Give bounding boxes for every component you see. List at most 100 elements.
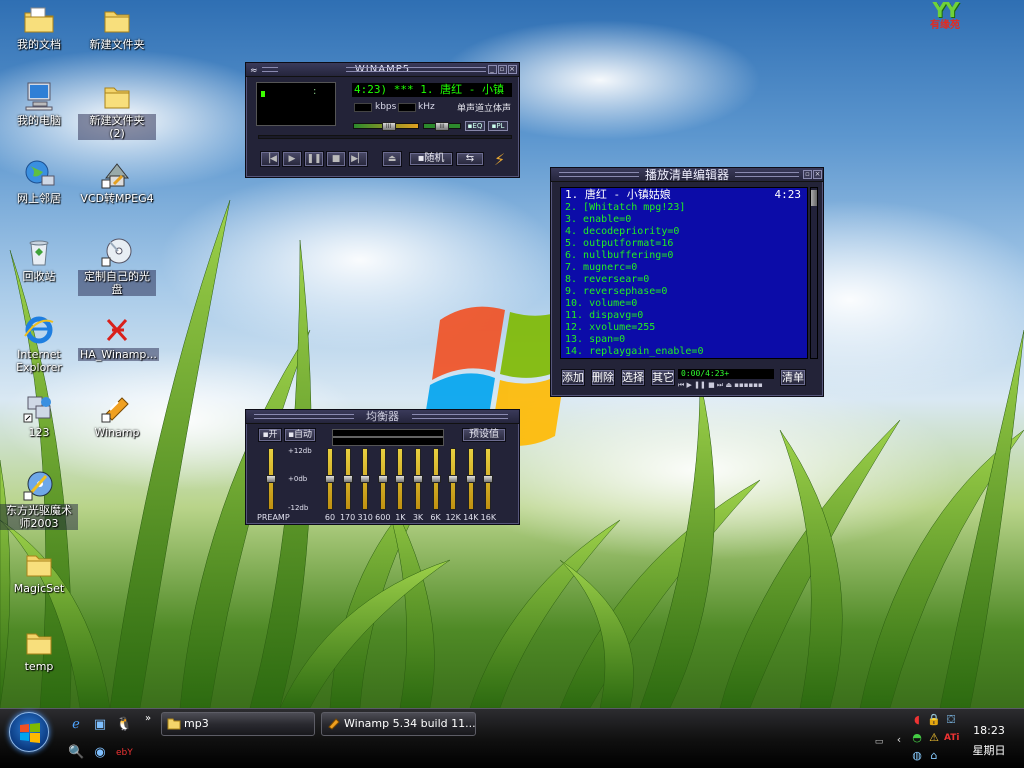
eq-band-slider-6[interactable] xyxy=(430,448,441,518)
playlist-add-button[interactable]: 添加 xyxy=(561,369,585,386)
eq-band-knob[interactable] xyxy=(430,475,441,483)
eq-band-knob[interactable] xyxy=(483,475,494,483)
playlist-row[interactable]: 8. reversear=0 xyxy=(561,274,807,286)
ebay-icon[interactable]: ebY xyxy=(116,745,133,761)
desktop-icon-vcd-mpeg4[interactable]: VCD转MPEG4 xyxy=(78,158,156,205)
equalizer-titlebar[interactable]: 均衡器 xyxy=(246,410,519,424)
eq-band-slider-5[interactable] xyxy=(413,448,423,518)
desktop-icon-cd-magician[interactable]: 东方光驱魔术师2003 xyxy=(0,470,78,530)
quick-launch-expand-icon[interactable]: » xyxy=(140,711,156,727)
volume-icon[interactable]: ◖ xyxy=(910,713,924,727)
taskbar-button-winamp[interactable]: Winamp 5.34 build 11... xyxy=(321,712,476,736)
eq-on-button[interactable]: ▪开 xyxy=(258,428,282,442)
tray-collapse-icon[interactable]: ‹ xyxy=(892,733,906,747)
eq-presets-button[interactable]: 预设值 xyxy=(462,428,506,442)
eq-band-slider-7[interactable] xyxy=(448,448,459,518)
seek-bar[interactable] xyxy=(258,135,512,139)
playlist-misc-button[interactable]: 其它 xyxy=(651,369,675,386)
lock-icon[interactable]: 🔒 xyxy=(927,713,941,727)
playlist-tracklist[interactable]: 1. 唐红 - 小镇姑娘 4:23 2. [Whitatch mpg!23] 3… xyxy=(560,187,808,359)
shield-icon[interactable]: ◓ xyxy=(910,731,924,745)
eq-band-slider-8[interactable] xyxy=(465,448,476,518)
playlist-row[interactable]: 11. dispavg=0 xyxy=(561,310,807,322)
winamp-menu-icon[interactable]: ≈ xyxy=(250,64,259,78)
desktop-icon-internet-explorer[interactable]: Internet Explorer xyxy=(0,314,78,374)
eq-toggle-button[interactable]: ▪EQ xyxy=(465,121,485,131)
playlist-current-track[interactable]: 1. 唐红 - 小镇姑娘 4:23 xyxy=(561,188,807,202)
desktop-icon-my-computer[interactable]: 我的电脑 xyxy=(0,80,78,127)
playlist-mini-transport[interactable]: ⏮ ▶ ❚❚ ■ ⏭ ⏏ ▪▪▪▪▪▪ xyxy=(678,381,774,389)
eject-icon[interactable]: ⏏ xyxy=(382,151,402,167)
search-icon[interactable]: 🔍 xyxy=(68,745,84,761)
playlist-titlebar[interactable]: 播放清单编辑器 ▫ × xyxy=(551,168,823,182)
desktop-icon-new-folder-2[interactable]: 新建文件夹 (2) xyxy=(78,80,156,140)
visualization-display[interactable]: : xyxy=(256,82,336,126)
play-icon[interactable]: ▶ xyxy=(282,151,302,167)
next-icon[interactable]: ▶▏ xyxy=(348,151,368,167)
eq-band-knob[interactable] xyxy=(465,475,476,483)
desktop-icon-custom-cd[interactable]: 定制自己的光盘 xyxy=(78,236,156,296)
eq-band-knob[interactable] xyxy=(342,475,353,483)
volume-slider[interactable]: III xyxy=(353,122,419,131)
eq-band-slider-1[interactable] xyxy=(342,448,353,518)
desktop-icon-winamp[interactable]: Winamp xyxy=(78,392,156,439)
playlist-row[interactable]: 3. enable=0 xyxy=(561,214,807,226)
show-desktop-icon[interactable]: ▣ xyxy=(92,717,108,733)
eq-band-knob[interactable] xyxy=(448,475,459,483)
playlist-row[interactable]: 14. replaygain_enable=0 xyxy=(561,346,807,358)
desktop-icon-magicset[interactable]: MagicSet xyxy=(0,548,78,595)
eq-band-slider-2[interactable] xyxy=(360,448,371,518)
song-title-display[interactable]: 4:23) *** 1. 唐红 - 小镇 xyxy=(352,83,512,97)
minimize-icon[interactable]: _ xyxy=(488,65,497,74)
playlist-scrollbar[interactable] xyxy=(810,187,818,359)
playlist-row[interactable]: 2. [Whitatch mpg!23] xyxy=(561,202,807,214)
media-player-icon[interactable]: ◉ xyxy=(92,745,108,761)
playlist-row[interactable]: 9. reversephase=0 xyxy=(561,286,807,298)
desktop-icon-123[interactable]: 123 xyxy=(0,392,78,439)
playlist-row[interactable]: 13. span=0 xyxy=(561,334,807,346)
equalizer-window[interactable]: 均衡器 ▪开 ▪自动 预设值 +12db +0db -12db PREAMP 6… xyxy=(245,409,520,525)
desktop-icon-ha-winamp[interactable]: HA_Winamp... xyxy=(78,314,159,361)
qq-icon[interactable]: 🐧 xyxy=(116,717,132,733)
prev-icon[interactable]: ▕◀ xyxy=(260,151,280,167)
pause-icon[interactable]: ❚❚ xyxy=(304,151,324,167)
shuffle-button[interactable]: ▪随机 xyxy=(409,152,453,166)
scrollbar-thumb[interactable] xyxy=(811,190,817,206)
desktop-icon-recycle-bin[interactable]: 回收站 xyxy=(0,236,78,283)
playlist-editor-window[interactable]: 播放清单编辑器 ▫ × 1. 唐红 - 小镇姑娘 4:23 2. [Whitat… xyxy=(550,167,824,397)
eq-band-knob[interactable] xyxy=(360,475,371,483)
eq-band-knob[interactable] xyxy=(325,475,335,483)
connection-icon[interactable]: ⌂ xyxy=(927,749,941,763)
playlist-row[interactable]: 12. xvolume=255 xyxy=(561,322,807,334)
keyboard-icon[interactable]: ▭ xyxy=(872,735,886,749)
taskbar-button-mp3[interactable]: mp3 xyxy=(161,712,315,736)
balance-knob[interactable]: III xyxy=(435,122,449,131)
eq-band-slider-0[interactable] xyxy=(325,448,335,518)
playlist-remove-button[interactable]: 删除 xyxy=(591,369,615,386)
repeat-icon[interactable]: ⇆ xyxy=(456,152,484,166)
stop-icon[interactable]: ■ xyxy=(326,151,346,167)
close-icon[interactable]: × xyxy=(508,65,517,74)
playlist-row[interactable]: 4. decodepriority=0 xyxy=(561,226,807,238)
eq-band-knob[interactable] xyxy=(395,475,406,483)
playlist-row[interactable]: 7. mugnerc=0 xyxy=(561,262,807,274)
winamp-main-titlebar[interactable]: ≈ WINAMP5 _ ▫ × xyxy=(246,63,519,77)
start-button[interactable] xyxy=(9,712,49,752)
playlist-row[interactable]: 10. volume=0 xyxy=(561,298,807,310)
desktop-icon-temp[interactable]: temp xyxy=(0,626,78,673)
eq-band-slider-3[interactable] xyxy=(377,448,388,518)
system-clock[interactable]: 18:23 星期日 xyxy=(968,723,1010,759)
playlist-row[interactable]: 6. nullbuffering=0 xyxy=(561,250,807,262)
eq-preamp-slider[interactable] xyxy=(266,448,276,518)
playlist-toggle-button[interactable]: ▪PL xyxy=(488,121,508,131)
winamp-main-window[interactable]: ≈ WINAMP5 _ ▫ × : 4:23) *** 1. 唐红 - 小镇 k… xyxy=(245,62,520,178)
ati-icon[interactable]: ATi xyxy=(944,731,960,745)
globe-icon[interactable]: ◍ xyxy=(910,749,924,763)
desktop-icon-my-documents[interactable]: 我的文档 xyxy=(0,4,78,51)
close-icon[interactable]: × xyxy=(813,170,822,179)
balance-slider[interactable]: III xyxy=(423,122,461,131)
warning-icon[interactable]: ⚠ xyxy=(927,731,941,745)
volume-knob[interactable]: III xyxy=(381,122,396,131)
winamp-logo-icon[interactable]: ⚡ xyxy=(494,150,505,169)
playlist-select-button[interactable]: 选择 xyxy=(621,369,645,386)
